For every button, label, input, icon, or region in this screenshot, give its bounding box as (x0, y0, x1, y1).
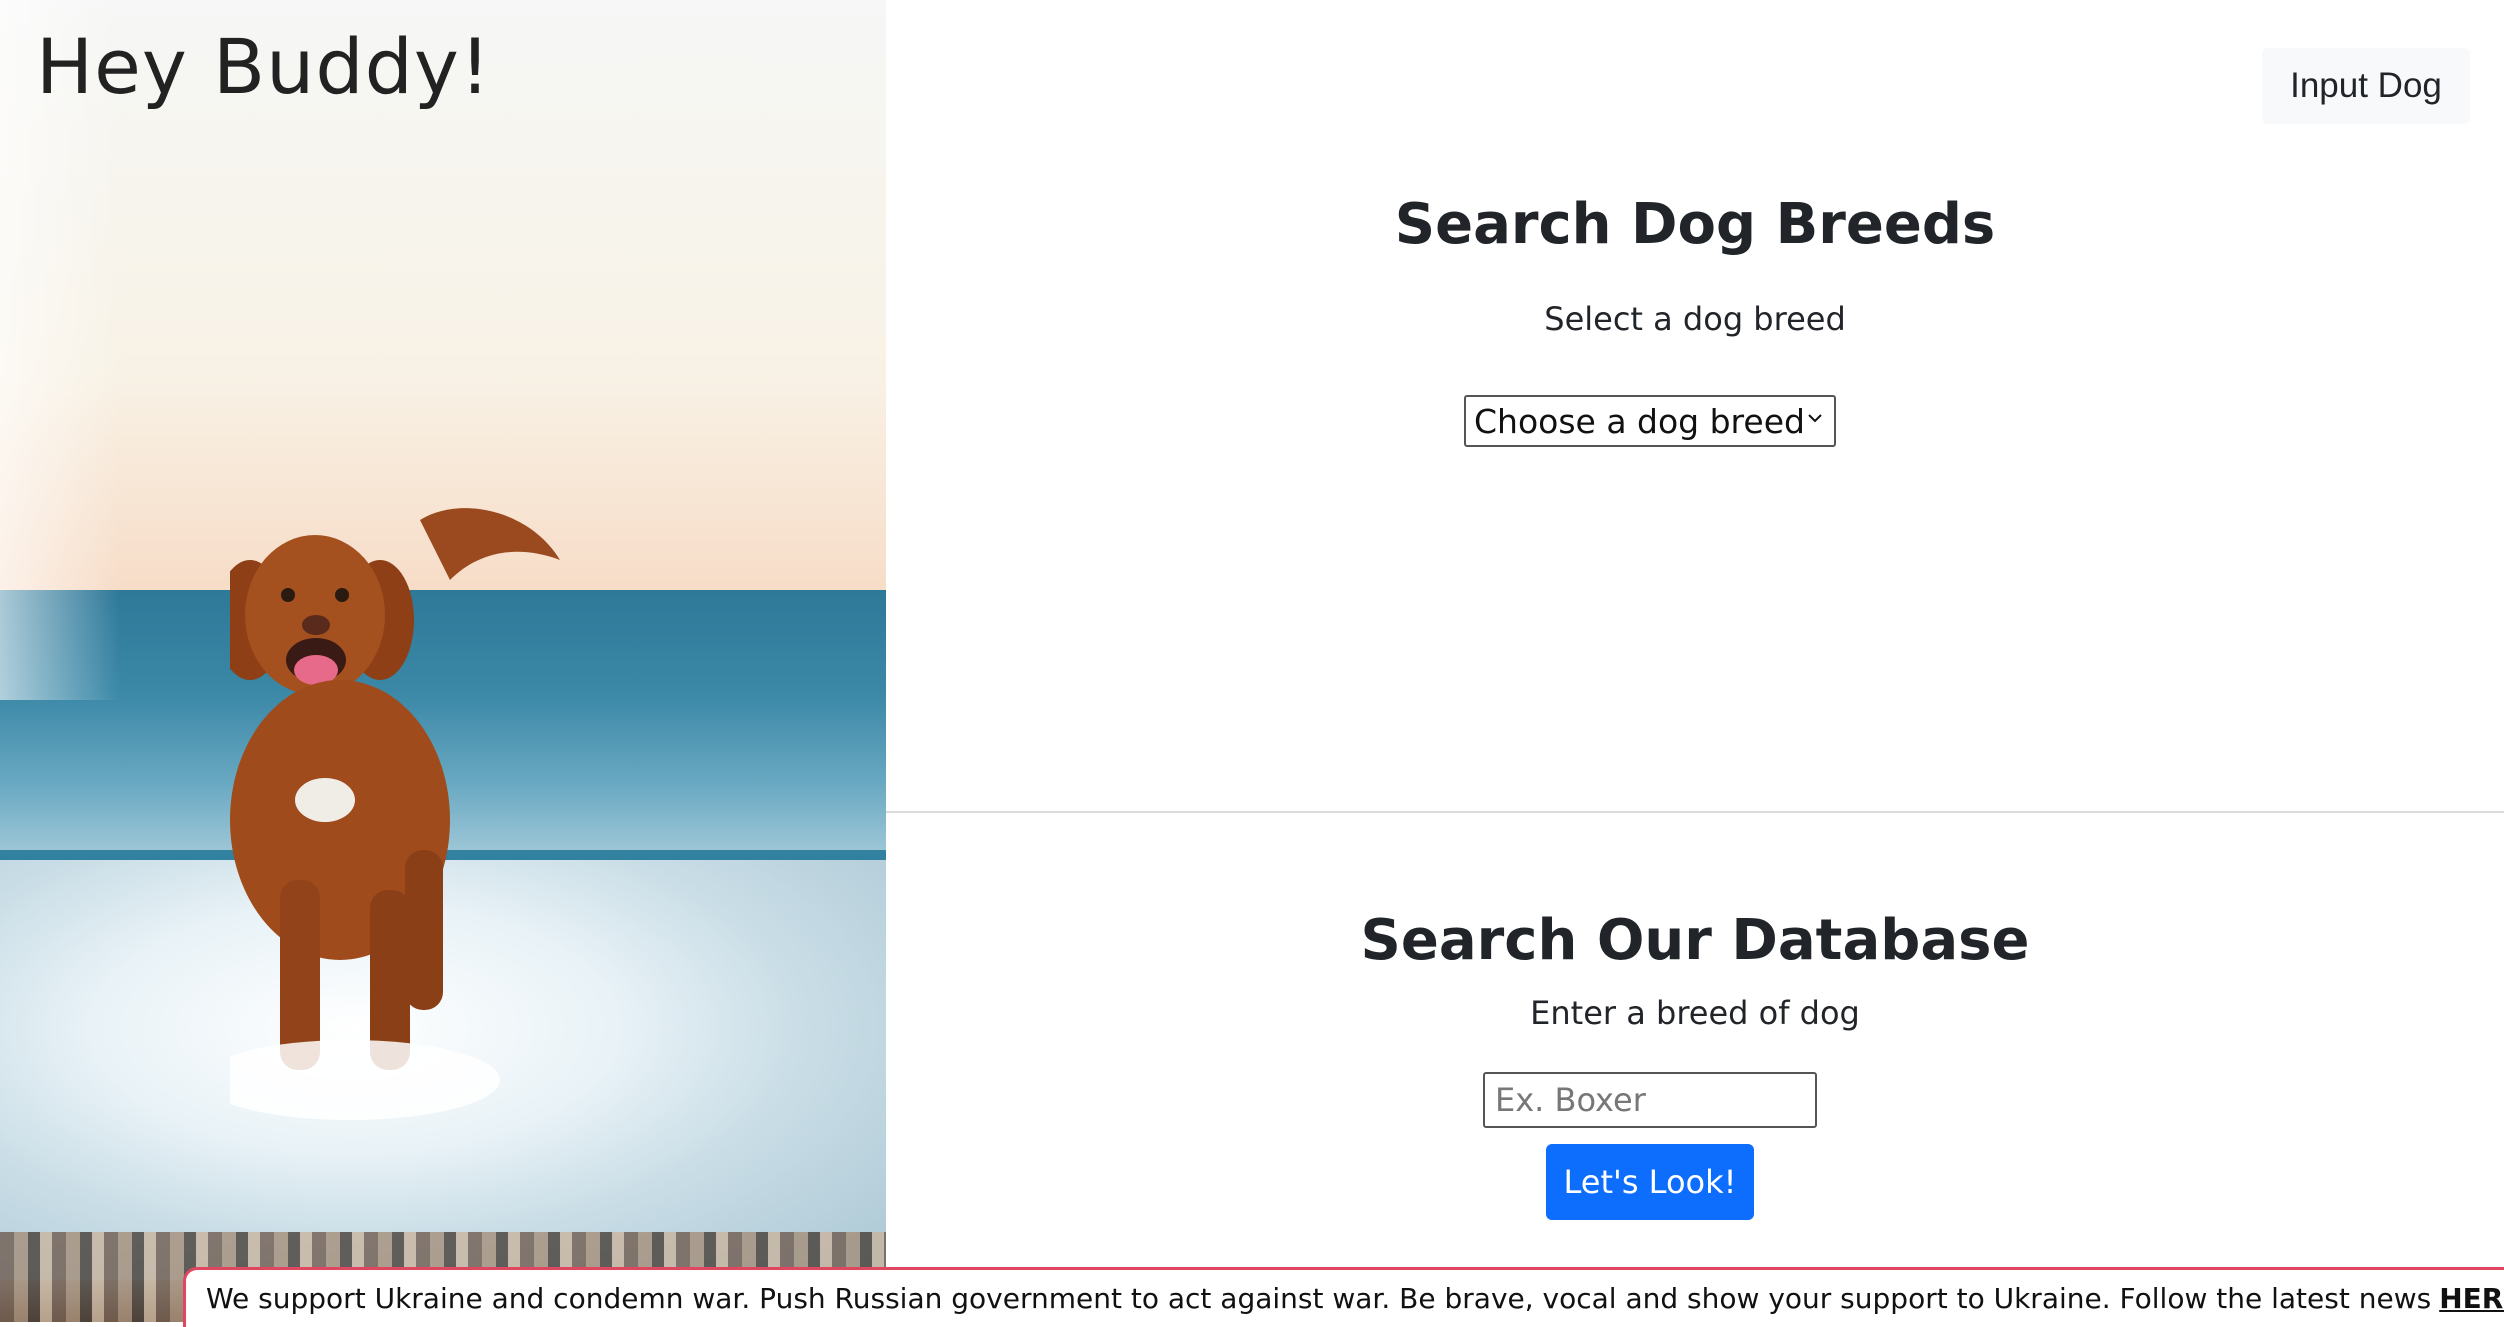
main-content: Input Dog Search Dog Breeds Select a dog… (886, 0, 2504, 1322)
hero-image-panel (0, 0, 886, 1322)
banner-text: We support Ukraine and condemn war. Push… (206, 1282, 2432, 1315)
section-divider (886, 811, 2504, 813)
search-breeds-title: Search Dog Breeds (1394, 192, 1996, 257)
breed-select[interactable]: Choose a dog breed (1464, 395, 1836, 447)
input-dog-button[interactable]: Input Dog (2262, 48, 2470, 124)
hero-title: Hey Buddy! (36, 22, 492, 111)
search-database-title: Search Our Database (1360, 908, 2030, 973)
search-database-subtitle: Enter a breed of dog (1530, 994, 1860, 1032)
ukraine-support-banner: We support Ukraine and condemn war. Push… (183, 1267, 2504, 1327)
banner-here-link[interactable]: HERE (2439, 1282, 2504, 1315)
chevron-down-icon (1808, 414, 1822, 423)
lets-look-button[interactable]: Let's Look! (1546, 1144, 1754, 1220)
dog-photo (230, 508, 560, 1120)
breed-search-input[interactable] (1483, 1072, 1817, 1128)
search-breeds-subtitle: Select a dog breed (1544, 300, 1846, 338)
breed-select-value: Choose a dog breed (1474, 401, 1805, 441)
